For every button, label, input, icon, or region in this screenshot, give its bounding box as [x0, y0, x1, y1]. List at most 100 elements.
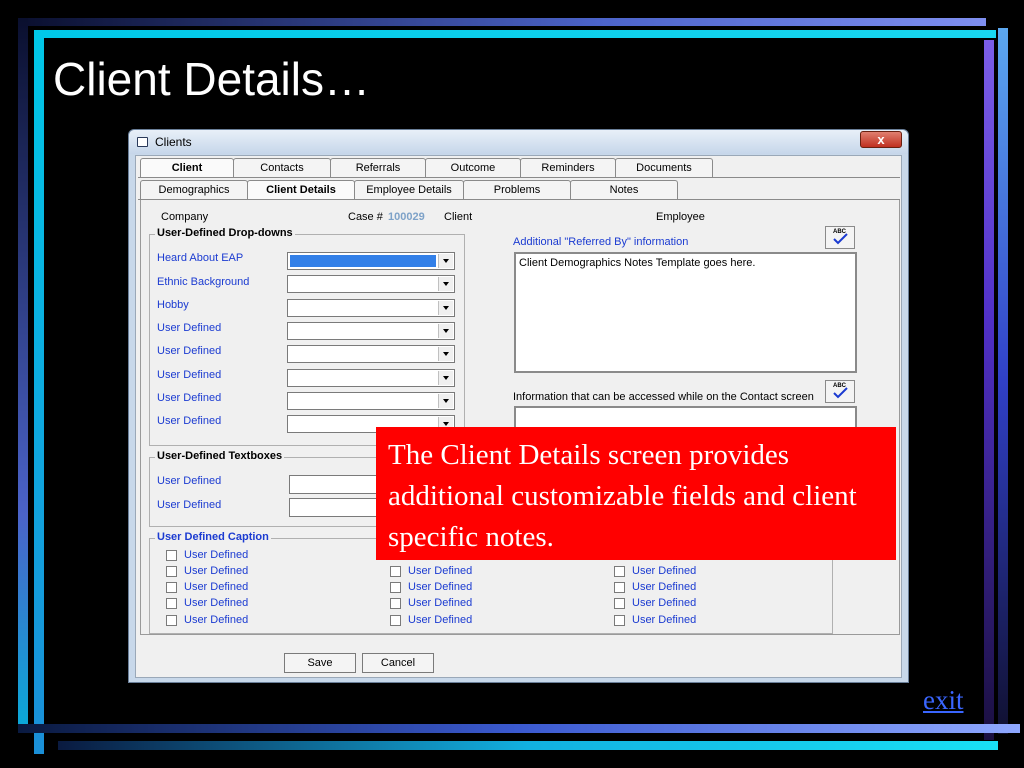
client-label: Client	[444, 211, 473, 223]
checkbox-item[interactable]: User Defined	[390, 614, 472, 626]
tab-contacts[interactable]: Contacts	[233, 158, 331, 177]
spellcheck-button[interactable]: ABC	[825, 226, 855, 249]
checkbox-item[interactable]: User Defined	[390, 565, 472, 577]
checkbox-item[interactable]: User Defined	[166, 581, 248, 593]
hobby-dropdown[interactable]	[287, 299, 455, 317]
user-defined-textbox[interactable]	[289, 498, 385, 517]
decor-bar	[18, 18, 28, 728]
dropdown-label: Ethnic Background	[157, 276, 250, 288]
textboxes-group-title: User-Defined Textboxes	[155, 450, 285, 462]
checkbox-item[interactable]: User Defined	[614, 614, 696, 626]
decor-bar	[34, 30, 44, 754]
user-defined-dropdown[interactable]	[287, 322, 455, 340]
dropdown-label: User Defined	[157, 369, 222, 381]
checkbox-item[interactable]: User Defined	[614, 565, 696, 577]
tab-divider	[138, 177, 900, 178]
chevron-down-icon[interactable]	[438, 301, 453, 315]
chevron-down-icon[interactable]	[438, 254, 453, 268]
decor-bar	[58, 741, 998, 750]
checkbox[interactable]	[614, 581, 625, 593]
checkbox-item[interactable]: User Defined	[614, 597, 696, 609]
chevron-down-icon[interactable]	[438, 371, 453, 385]
contact-info-label: Information that can be accessed while o…	[513, 391, 814, 403]
save-button[interactable]: Save	[284, 653, 356, 673]
tab-reminders[interactable]: Reminders	[520, 158, 616, 177]
checkbox[interactable]	[614, 614, 625, 626]
checkbox[interactable]	[390, 614, 401, 626]
tab-client-details[interactable]: Client Details	[247, 180, 355, 200]
decor-bar	[998, 28, 1008, 734]
tab-documents[interactable]: Documents	[615, 158, 713, 177]
callout-box: The Client Details screen provides addit…	[376, 427, 896, 560]
user-defined-dropdown[interactable]	[287, 369, 455, 387]
checkbox-item[interactable]: User Defined	[390, 597, 472, 609]
checkbox[interactable]	[166, 549, 177, 561]
checkbox-item[interactable]: User Defined	[614, 581, 696, 593]
clients-window: Clients x Client Contacts Referrals Outc…	[128, 129, 909, 683]
checkbox[interactable]	[390, 581, 401, 593]
checkbox[interactable]	[390, 565, 401, 577]
user-defined-textbox[interactable]	[289, 475, 385, 494]
case-label: Case #	[348, 211, 383, 223]
decor-bar	[18, 18, 986, 26]
checkbox[interactable]	[166, 597, 177, 609]
sub-tabs: Demographics Client Details Employee Det…	[140, 180, 678, 200]
checkbox-item[interactable]: User Defined	[166, 565, 248, 577]
user-defined-dropdown[interactable]	[287, 345, 455, 363]
tab-problems[interactable]: Problems	[463, 180, 571, 199]
tab-employee-details[interactable]: Employee Details	[354, 180, 464, 199]
checkbox[interactable]	[166, 565, 177, 577]
chevron-down-icon[interactable]	[438, 347, 453, 361]
cancel-button[interactable]: Cancel	[362, 653, 434, 673]
spellcheck-button[interactable]: ABC	[825, 380, 855, 403]
checkbox[interactable]	[614, 565, 625, 577]
textbox-label: User Defined	[157, 475, 222, 487]
tab-notes[interactable]: Notes	[570, 180, 678, 199]
client-area: Client Contacts Referrals Outcome Remind…	[135, 155, 902, 678]
referred-by-label: Additional "Referred By" information	[513, 236, 689, 248]
textbox-label: User Defined	[157, 499, 222, 511]
exit-link[interactable]: exit	[923, 685, 964, 716]
heard-about-eap-dropdown[interactable]	[287, 252, 455, 270]
ethnic-background-dropdown[interactable]	[287, 275, 455, 293]
decor-bar	[18, 724, 1020, 733]
checkbox-item[interactable]: User Defined	[166, 597, 248, 609]
window-title: Clients	[155, 135, 192, 149]
chevron-down-icon[interactable]	[438, 394, 453, 408]
chevron-down-icon[interactable]	[438, 277, 453, 291]
dropdown-label: Heard About EAP	[157, 252, 244, 264]
dropdowns-group-title: User-Defined Drop-downs	[155, 227, 295, 239]
dropdown-label: User Defined	[157, 345, 222, 357]
spellcheck-icon	[833, 387, 848, 399]
case-number: 100029	[388, 211, 425, 223]
decor-bar	[34, 30, 996, 38]
chevron-down-icon[interactable]	[438, 324, 453, 338]
dropdown-label: User Defined	[157, 392, 222, 404]
checkbox[interactable]	[166, 581, 177, 593]
dropdown-label: User Defined	[157, 322, 222, 334]
captions-group-title: User Defined Caption	[155, 531, 271, 543]
dropdowns-group: User-Defined Drop-downs Heard About EAP …	[149, 227, 465, 446]
client-details-panel: Company Case # 100029 Client Employee Us…	[140, 200, 900, 635]
decor-bar	[984, 40, 994, 740]
tab-outcome[interactable]: Outcome	[425, 158, 521, 177]
company-label: Company	[161, 211, 209, 223]
checkbox[interactable]	[166, 614, 177, 626]
checkbox[interactable]	[390, 597, 401, 609]
checkbox-item[interactable]: User Defined	[166, 549, 248, 561]
tab-client[interactable]: Client	[140, 158, 234, 178]
tab-referrals[interactable]: Referrals	[330, 158, 426, 177]
dropdown-label: User Defined	[157, 415, 222, 427]
checkbox-item[interactable]: User Defined	[390, 581, 472, 593]
close-button[interactable]: x	[860, 131, 902, 148]
main-tabs: Client Contacts Referrals Outcome Remind…	[140, 158, 713, 178]
referred-by-notes[interactable]: Client Demographics Notes Template goes …	[514, 252, 857, 373]
window-titlebar: Clients	[129, 130, 908, 154]
tab-demographics[interactable]: Demographics	[140, 180, 248, 199]
slide-title: Client Details…	[53, 53, 370, 105]
user-defined-dropdown[interactable]	[287, 392, 455, 410]
checkbox-item[interactable]: User Defined	[166, 614, 248, 626]
checkbox[interactable]	[614, 597, 625, 609]
window-icon	[137, 137, 148, 147]
dropdown-label: Hobby	[157, 299, 189, 311]
